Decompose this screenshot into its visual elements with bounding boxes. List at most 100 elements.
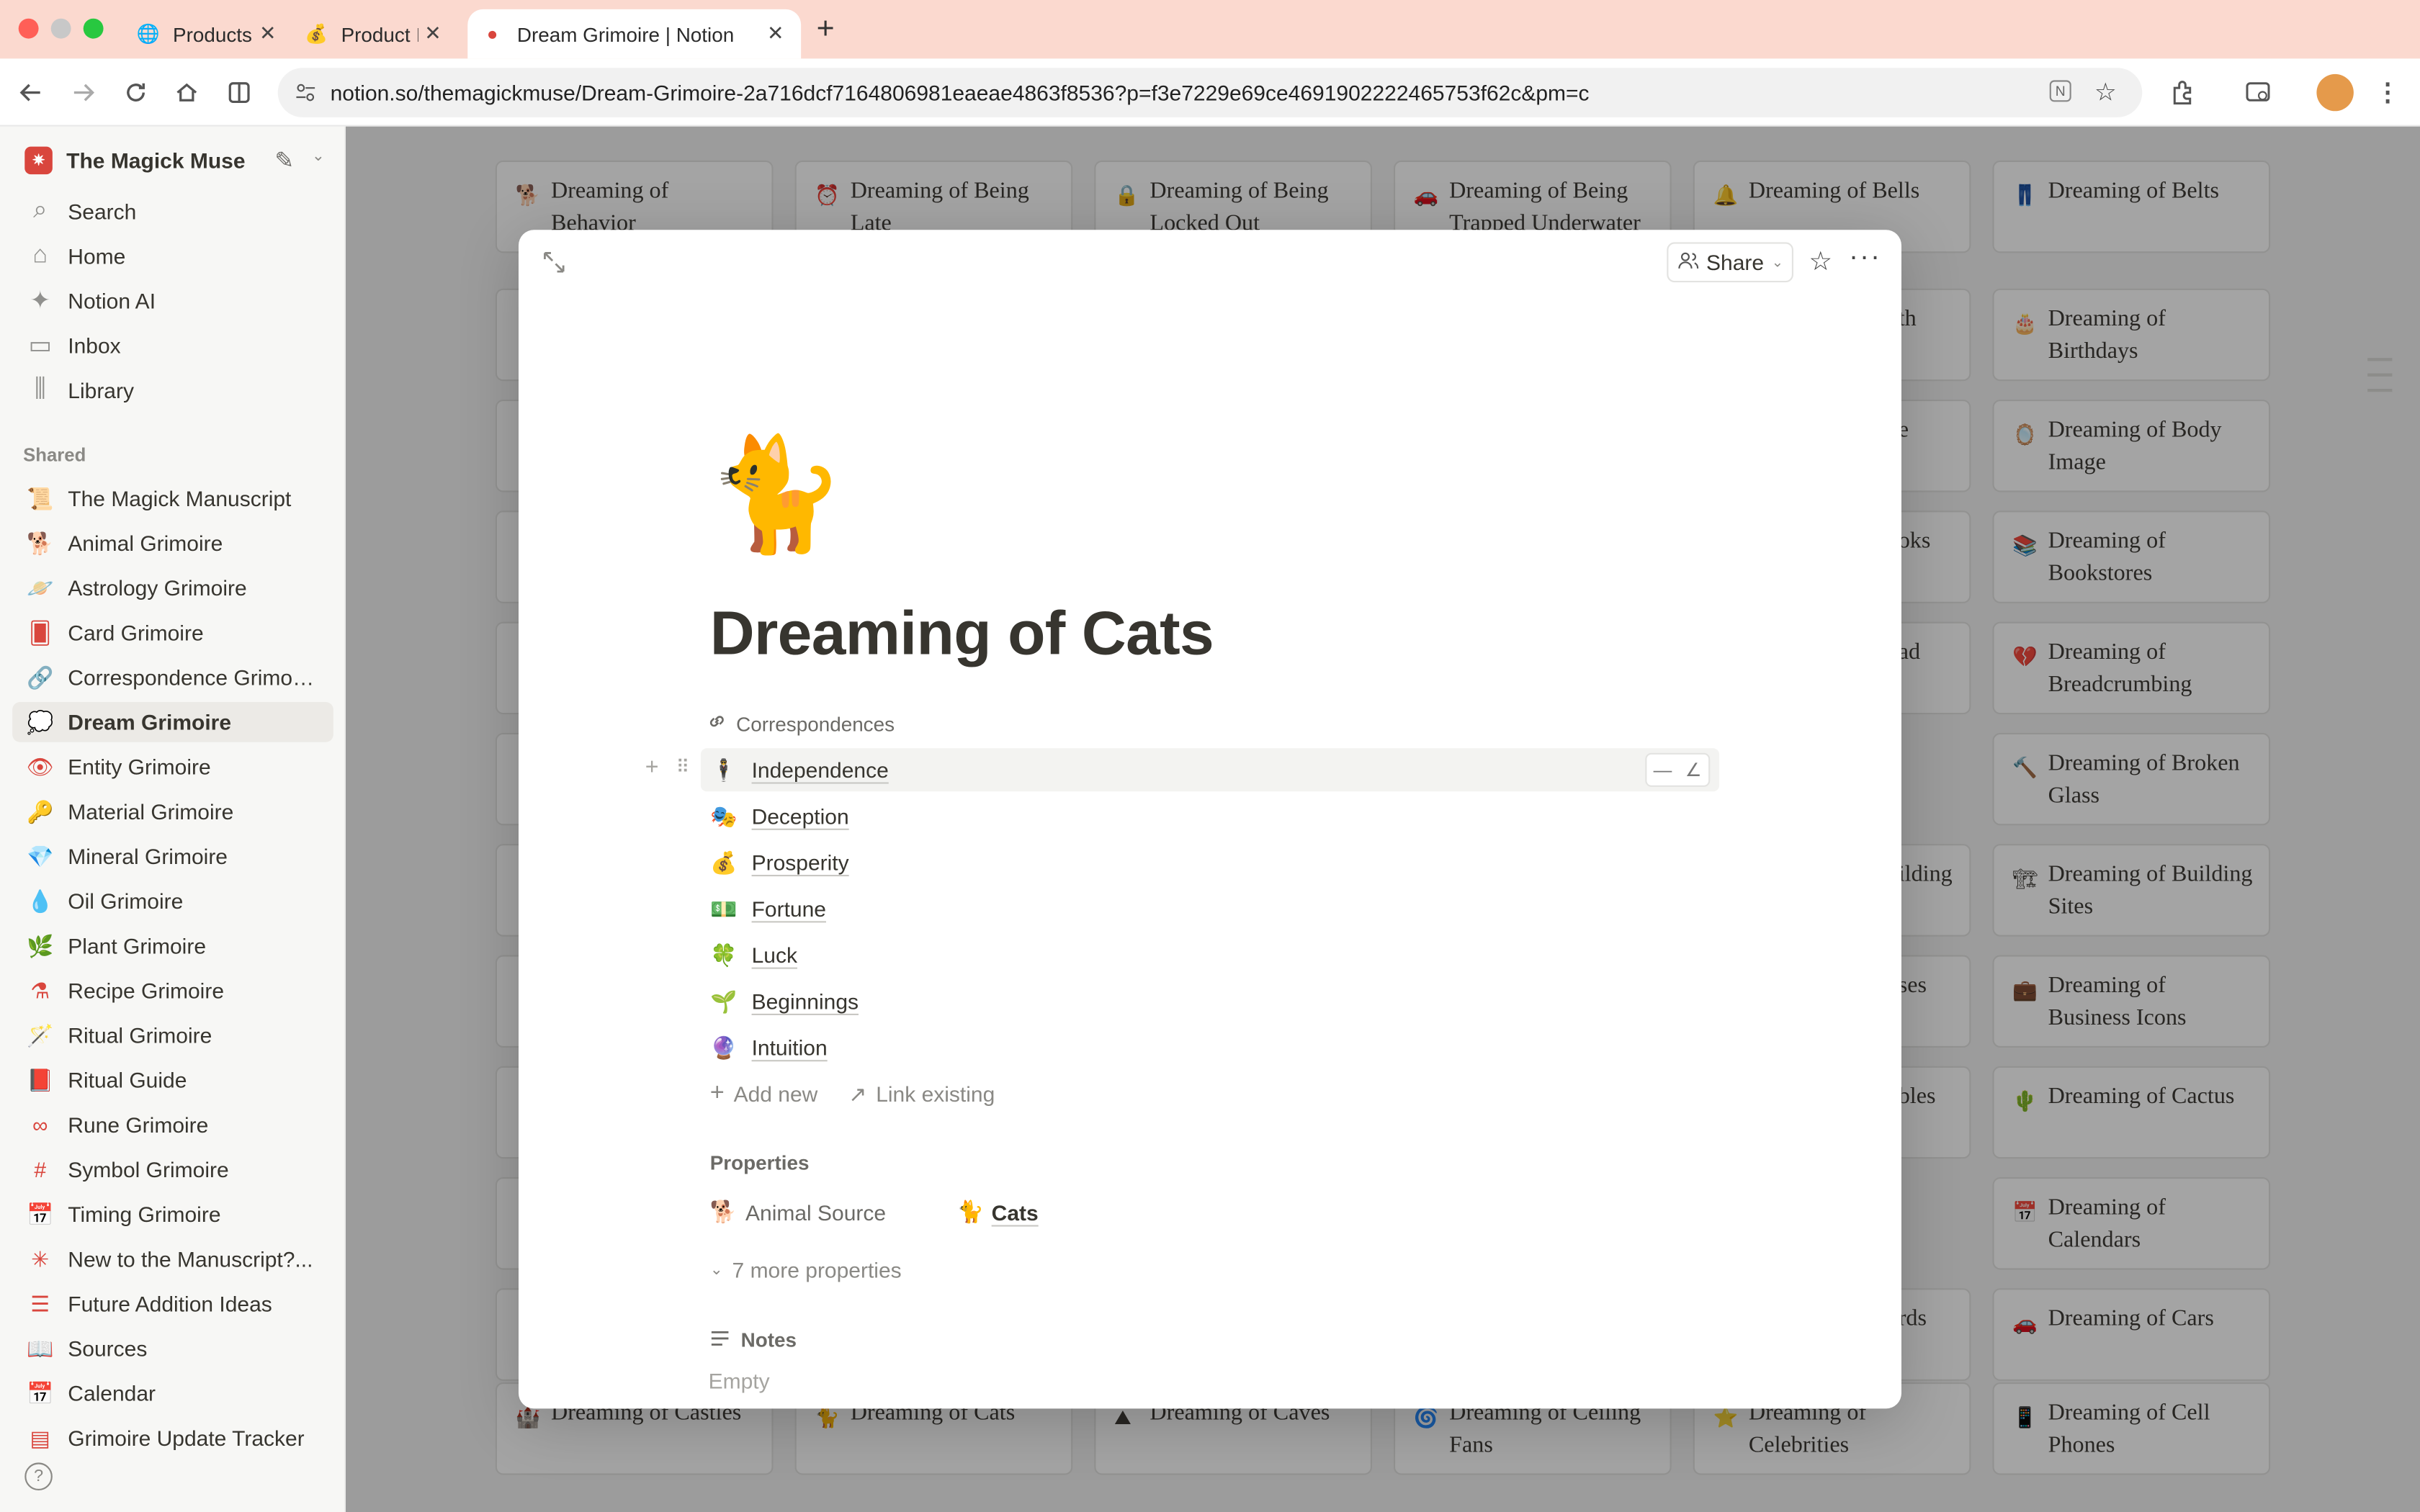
sidebar-page-label: Plant Grimoire (68, 933, 207, 958)
notes-value[interactable]: Empty (709, 1369, 770, 1393)
minimize-window-button[interactable] (50, 18, 71, 39)
browser-tab-products[interactable]: 🌐 Products ✕ (136, 9, 290, 59)
relation-controls: — ∠ (1645, 752, 1711, 787)
extensions-icon[interactable] (2164, 74, 2200, 111)
animal-source-value[interactable]: 🐈 Cats (957, 1199, 1039, 1225)
sidebar-page-mineral-grimoire[interactable]: 💎 Mineral Grimoire (12, 836, 333, 876)
new-tab-button[interactable]: + (817, 12, 835, 48)
sidebar-page-entity-grimoire[interactable]: 👁 Entity Grimoire (12, 747, 333, 787)
help-icon[interactable]: ? (24, 1462, 53, 1490)
sidebar-page-ritual-grimoire[interactable]: 🪄 Ritual Grimoire (12, 1015, 333, 1056)
favorite-star-icon[interactable]: ☆ (1809, 247, 1832, 278)
notes-property-label[interactable]: Notes (710, 1328, 797, 1351)
dog-icon: 🐕 (709, 1199, 738, 1224)
share-button[interactable]: Share ⌄ (1667, 242, 1793, 283)
drag-handle-icon[interactable]: ⠿ (676, 756, 690, 778)
property-row-animal-source: 🐕 Animal Source 🐈 Cats (710, 1199, 1039, 1225)
sidebar-page-recipe-grimoire[interactable]: ⚗ Recipe Grimoire (12, 971, 333, 1011)
sidebar-nav-home[interactable]: ⌂ Home (12, 236, 333, 276)
sidebar-page-the-magick-manuscript[interactable]: 📜 The Magick Manuscript (12, 478, 333, 518)
address-bar[interactable]: notion.so/themagickmuse/Dream-Grimoire-2… (277, 68, 2143, 117)
sidebar-page-label: Entity Grimoire (68, 754, 211, 780)
maximize-window-button[interactable] (83, 18, 104, 39)
expand-icon[interactable] (542, 250, 566, 282)
add-block-icon[interactable]: + (645, 755, 659, 780)
more-options-icon[interactable]: ··· (1849, 240, 1881, 273)
close-tab-icon[interactable]: ✕ (767, 22, 784, 46)
sidebar-page-label: Card Grimoire (68, 620, 204, 645)
relation-beginnings[interactable]: 🌱 Beginnings (701, 980, 1719, 1023)
split-view-icon[interactable] (220, 74, 257, 111)
page-title[interactable]: Dreaming of Cats (710, 600, 1214, 670)
sidebar-page-calendar[interactable]: 📅 Calendar (12, 1373, 333, 1413)
relation-intuition[interactable]: 🔮 Intuition (701, 1026, 1719, 1069)
more-properties-toggle[interactable]: ⌄ 7 more properties (710, 1257, 902, 1282)
search-icon: ⌕ (33, 197, 48, 224)
sidebar-page-dream-grimoire[interactable]: 💭 Dream Grimoire (12, 701, 333, 742)
sidebar-page-new-to-the-manuscript[interactable]: ✳ New to the Manuscript?... (12, 1239, 333, 1279)
correspondences-property-label[interactable]: Correspondences (707, 711, 895, 736)
notion-extension-icon[interactable]: N (2049, 80, 2071, 102)
close-window-button[interactable] (18, 18, 39, 39)
sidebar-nav-notion-ai[interactable]: ✦ Notion AI (12, 281, 333, 321)
sidebar-page-ritual-guide[interactable]: 📕 Ritual Guide (12, 1060, 333, 1100)
sidebar-page-animal-grimoire[interactable]: 🐕 Animal Grimoire (12, 523, 333, 563)
relation-independence[interactable]: 🕴 Independence — ∠ (700, 748, 1720, 792)
browser-menu-icon[interactable]: ⋮ (2369, 74, 2406, 111)
edit-relation-icon[interactable]: ∠ (1685, 759, 1702, 780)
page-emoji-icon: # (34, 1157, 47, 1182)
sidebar-page-grimoire-update-tracker[interactable]: ▤ Grimoire Update Tracker (12, 1418, 333, 1458)
sidebar-nav-search[interactable]: ⌕ Search (12, 192, 333, 232)
tab-title: Product I (341, 22, 418, 46)
relation-fortune[interactable]: 💵 Fortune (701, 887, 1719, 930)
sidebar-nav-library[interactable]: ⫼ Library (12, 370, 333, 410)
chevron-down-icon: ⌄ (709, 1261, 723, 1279)
sidebar-nav-inbox[interactable]: ▭ Inbox (12, 325, 333, 366)
plus-icon: + (709, 1080, 725, 1107)
sidebar-page-plant-grimoire[interactable]: 🌿 Plant Grimoire (12, 926, 333, 966)
relation-prosperity[interactable]: 💰 Prosperity (701, 841, 1719, 884)
sidebar-page-future-addition-ideas[interactable]: ☰ Future Addition Ideas (12, 1284, 333, 1324)
workspace-switcher[interactable]: ✷ The Magick Muse (24, 145, 246, 176)
page-icon[interactable]: 🐈 (707, 433, 845, 557)
browser-tab-product[interactable]: 💰 Product I ✕ (304, 9, 458, 59)
relation-luck[interactable]: 🍀 Luck (701, 933, 1719, 976)
sidebar-page-label: Ritual Guide (68, 1067, 187, 1093)
profile-avatar[interactable] (2316, 73, 2354, 112)
forward-icon[interactable] (65, 74, 102, 111)
chevron-down-icon[interactable]: ⌄ (312, 148, 325, 166)
page-emoji-icon: 📖 (27, 1335, 54, 1360)
sidebar-page-label: The Magick Manuscript (68, 486, 292, 511)
back-icon[interactable] (12, 74, 49, 111)
site-settings-icon[interactable] (293, 80, 318, 112)
sidebar-page-label: Dream Grimoire (68, 709, 232, 734)
sidebar-page-correspondence-grimoi[interactable]: 🔗 Correspondence Grimoi... (12, 657, 333, 698)
bookmark-star-icon[interactable]: ☆ (2094, 77, 2117, 108)
sidebar-page-symbol-grimoire[interactable]: # Symbol Grimoire (12, 1149, 333, 1189)
link-existing-button[interactable]: ↗ Link existing (848, 1080, 995, 1108)
tab-title: Products (173, 22, 252, 46)
sidebar-page-oil-grimoire[interactable]: 💧 Oil Grimoire (12, 881, 333, 922)
tab-title: Dream Grimoire | Notion (516, 22, 735, 46)
sidebar-page-timing-grimoire[interactable]: 📅 Timing Grimoire (12, 1194, 333, 1235)
relation-deception[interactable]: 🎭 Deception (701, 795, 1719, 838)
sidebar-page-material-grimoire[interactable]: 🔑 Material Grimoire (12, 791, 333, 832)
add-new-button[interactable]: + Add new (710, 1080, 818, 1108)
close-tab-icon[interactable]: ✕ (259, 22, 276, 46)
sidebar-page-card-grimoire[interactable]: 🂠 Card Grimoire (12, 613, 333, 653)
sidebar-page-sources[interactable]: 📖 Sources (12, 1328, 333, 1369)
relation-label: Beginnings (751, 989, 859, 1014)
tab-search-icon[interactable] (2239, 74, 2276, 111)
new-page-icon[interactable]: ✎ (274, 147, 294, 174)
remove-relation-icon[interactable]: — (1654, 759, 1672, 780)
sidebar-page-label: New to the Manuscript?... (68, 1246, 313, 1272)
sidebar-page-label: Oil Grimoire (68, 888, 184, 914)
sidebar-page-rune-grimoire[interactable]: ∞ Rune Grimoire (12, 1104, 333, 1145)
home-icon[interactable] (169, 74, 205, 111)
browser-tab-dream-grimoire[interactable]: ● Dream Grimoire | Notion ✕ (467, 9, 802, 59)
shared-heading: Shared (23, 444, 86, 467)
reload-icon[interactable] (117, 74, 154, 111)
close-tab-icon[interactable]: ✕ (424, 22, 441, 46)
sidebar-page-astrology-grimoire[interactable]: 🪐 Astrology Grimoire (12, 568, 333, 608)
animal-source-label[interactable]: Animal Source (745, 1200, 957, 1224)
